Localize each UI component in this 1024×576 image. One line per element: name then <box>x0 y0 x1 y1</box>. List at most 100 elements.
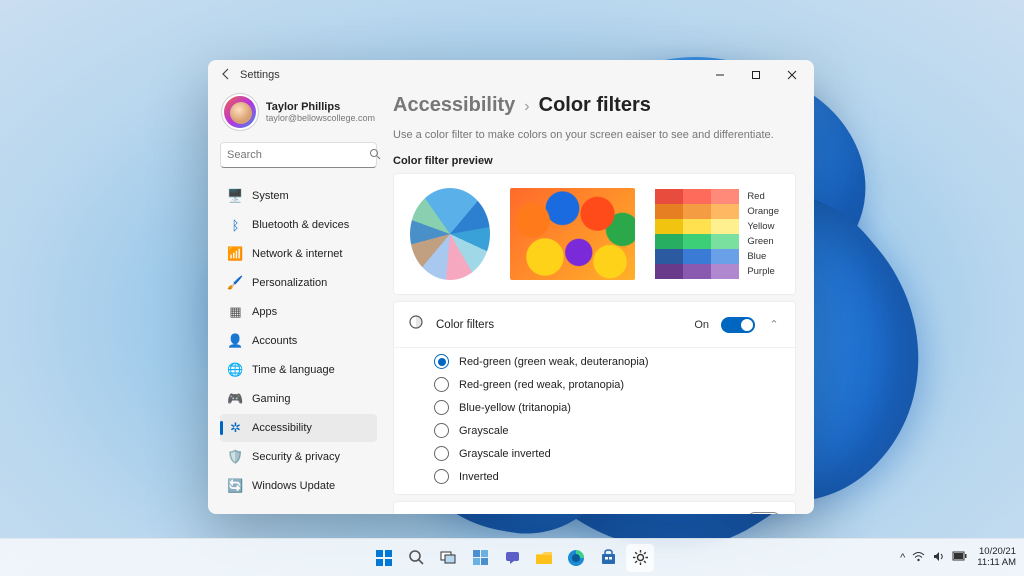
breadcrumb: Accessibility › Color filters <box>393 94 796 117</box>
radio-icon <box>434 423 449 438</box>
nav-icon: 👤 <box>228 334 243 349</box>
task-view-icon[interactable] <box>434 544 462 572</box>
swatch <box>683 234 711 249</box>
swatch-label: Orange <box>747 204 779 219</box>
sidebar-item-bluetooth-devices[interactable]: ᛒBluetooth & devices <box>220 211 377 239</box>
sidebar-item-accounts[interactable]: 👤Accounts <box>220 327 377 355</box>
swatch <box>655 219 683 234</box>
volume-icon[interactable] <box>932 550 945 566</box>
nav-icon: 🖌️ <box>228 276 243 291</box>
sidebar-item-gaming[interactable]: 🎮 Gaming <box>220 385 377 413</box>
search-box[interactable] <box>220 142 377 168</box>
radio-label: Inverted <box>459 471 499 483</box>
taskbar-center <box>370 544 654 572</box>
taskbar: ^ 10/20/21 11:11 AM <box>0 538 1024 576</box>
nav-icon: 🌐 <box>228 363 243 378</box>
preview-photo <box>510 188 635 280</box>
color-filters-row[interactable]: Color filters On ⌃ <box>394 302 795 348</box>
profile-block[interactable]: Taylor Phillips taylor@bellowscollege.co… <box>220 90 377 132</box>
sidebar-item-time-language[interactable]: 🌐 Time & language <box>220 356 377 384</box>
explorer-icon[interactable] <box>530 544 558 572</box>
content-pane: Accessibility › Color filters Use a colo… <box>383 90 814 514</box>
minimize-button[interactable] <box>702 60 738 90</box>
battery-icon[interactable] <box>952 551 967 564</box>
settings-window: Settings Taylor Phillips taylor@bellowsc… <box>208 60 814 514</box>
filter-option[interactable]: Grayscale <box>434 423 781 438</box>
widgets-icon[interactable] <box>466 544 494 572</box>
radio-icon <box>434 446 449 461</box>
keyboard-shortcut-toggle[interactable] <box>747 512 781 514</box>
swatch <box>683 249 711 264</box>
nav-label: Windows Update <box>252 480 335 492</box>
swatch <box>655 189 683 204</box>
sidebar-item-accessibility[interactable]: ✲Accessibility <box>220 414 377 442</box>
radio-label: Red-green (red weak, protanopia) <box>459 379 624 391</box>
nav-label: Security & privacy <box>252 451 340 463</box>
swatch-label: Blue <box>747 249 779 264</box>
breadcrumb-current: Color filters <box>539 94 651 117</box>
color-filters-toggle[interactable] <box>721 317 755 333</box>
nav-label: Gaming <box>252 393 291 405</box>
radio-icon <box>434 469 449 484</box>
nav-label: Bluetooth & devices <box>252 219 349 231</box>
nav-icon: 🎮 <box>228 392 243 407</box>
swatch <box>711 189 739 204</box>
search-input[interactable] <box>227 149 369 161</box>
edge-icon[interactable] <box>562 544 590 572</box>
swatch <box>711 204 739 219</box>
keyboard-shortcut-card[interactable]: Keyboard shortcut for color filters Off <box>393 501 796 514</box>
wifi-icon[interactable] <box>912 550 925 566</box>
sidebar-item-windows-update[interactable]: 🔄Windows Update <box>220 472 377 500</box>
nav-icon: ✲ <box>228 421 243 436</box>
swatch <box>711 234 739 249</box>
system-tray: ^ 10/20/21 11:11 AM <box>900 547 1016 568</box>
radio-label: Blue-yellow (tritanopia) <box>459 402 571 414</box>
store-icon[interactable] <box>594 544 622 572</box>
close-button[interactable] <box>774 60 810 90</box>
sidebar: Taylor Phillips taylor@bellowscollege.co… <box>208 90 383 514</box>
filter-option[interactable]: Red-green (red weak, protanopia) <box>434 377 781 392</box>
chat-icon[interactable] <box>498 544 526 572</box>
filter-option[interactable]: Grayscale inverted <box>434 446 781 461</box>
breadcrumb-parent[interactable]: Accessibility <box>393 94 515 117</box>
sidebar-item-apps[interactable]: ▦Apps <box>220 298 377 326</box>
color-filters-state: On <box>694 319 709 331</box>
color-filters-card: Color filters On ⌃ Red-green (green weak… <box>393 301 796 495</box>
clock-date: 10/20/21 <box>977 547 1016 557</box>
user-name: Taylor Phillips <box>266 101 375 113</box>
sidebar-item-system[interactable]: 🖥️System <box>220 182 377 210</box>
search-icon <box>369 148 381 163</box>
nav-label: Personalization <box>252 277 327 289</box>
swatch-label: Red <box>747 189 779 204</box>
sidebar-item-personalization[interactable]: 🖌️ Personalization <box>220 269 377 297</box>
settings-taskbar-icon[interactable] <box>626 544 654 572</box>
filter-option[interactable]: Red-green (green weak, deuteranopia) <box>434 354 781 369</box>
swatch <box>711 219 739 234</box>
filter-option[interactable]: Inverted <box>434 469 781 484</box>
sidebar-item-network-internet[interactable]: 📶Network & internet <box>220 240 377 268</box>
swatch <box>711 264 739 279</box>
swatch <box>683 189 711 204</box>
chevron-up-icon[interactable]: ⌃ <box>767 318 781 331</box>
clock-time: 11:11 AM <box>977 558 1016 568</box>
filter-options: Red-green (green weak, deuteranopia) Red-… <box>394 348 795 494</box>
tray-chevron-icon[interactable]: ^ <box>900 552 905 564</box>
nav-label: Apps <box>252 306 277 318</box>
swatch <box>655 234 683 249</box>
search-taskbar-icon[interactable] <box>402 544 430 572</box>
preview-pie-chart <box>410 188 490 280</box>
maximize-button[interactable] <box>738 60 774 90</box>
swatch-label: Yellow <box>747 219 779 234</box>
window-title: Settings <box>240 69 280 81</box>
sidebar-item-security-privacy[interactable]: 🛡️Security & privacy <box>220 443 377 471</box>
start-button[interactable] <box>370 544 398 572</box>
back-button[interactable] <box>212 68 240 83</box>
nav-label: Time & language <box>252 364 335 376</box>
radio-label: Grayscale inverted <box>459 448 551 460</box>
clock[interactable]: 10/20/21 11:11 AM <box>977 547 1016 568</box>
swatch <box>683 204 711 219</box>
swatch <box>683 219 711 234</box>
preview-label: Color filter preview <box>393 155 796 167</box>
radio-icon <box>434 400 449 415</box>
filter-option[interactable]: Blue-yellow (tritanopia) <box>434 400 781 415</box>
